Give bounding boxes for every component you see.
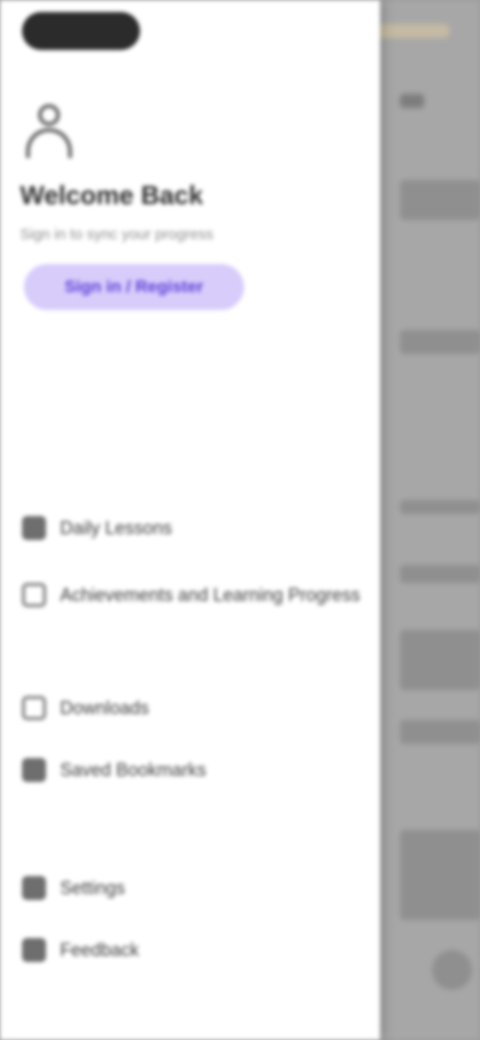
menu-item-label: Feedback [60,939,140,960]
user-avatar-icon[interactable] [20,100,78,162]
background-card [400,630,480,690]
menu-item-bookmarks[interactable]: Saved Bookmarks [22,748,362,792]
menu-item-label: Saved Bookmarks [60,759,207,780]
bookmark-icon [22,758,46,782]
user-subtitle: Sign in to sync your progress [20,226,214,243]
menu-item-downloads[interactable]: Downloads [22,686,362,730]
chat-icon [22,938,46,962]
menu-item-label: Settings [60,877,126,898]
background-card [400,180,480,220]
background-card [400,830,480,920]
background-fab [432,950,472,990]
background-card [400,720,480,744]
gear-icon [22,876,46,900]
status-bar-pill [22,12,140,50]
menu-item-label: Downloads [60,697,150,718]
menu-item-daily-lessons[interactable]: Daily Lessons [22,506,362,550]
background-header-icon [400,94,424,108]
calendar-icon [22,516,46,540]
menu-item-label: Daily Lessons [60,517,173,538]
download-icon [22,696,46,720]
background-divider [400,500,480,514]
background-card [400,565,480,583]
menu-item-feedback[interactable]: Feedback [22,928,362,972]
sign-in-button[interactable]: Sign in / Register [24,264,244,310]
trophy-icon [22,583,46,607]
background-card [400,330,480,354]
menu-item-achievements[interactable]: Achievements and Learning Progress [22,573,362,617]
navigation-drawer: Welcome Back Sign in to sync your progre… [0,0,380,1040]
menu-item-settings[interactable]: Settings [22,866,362,910]
user-name: Welcome Back [20,180,204,210]
menu-item-label: Achievements and Learning Progress [60,584,361,605]
